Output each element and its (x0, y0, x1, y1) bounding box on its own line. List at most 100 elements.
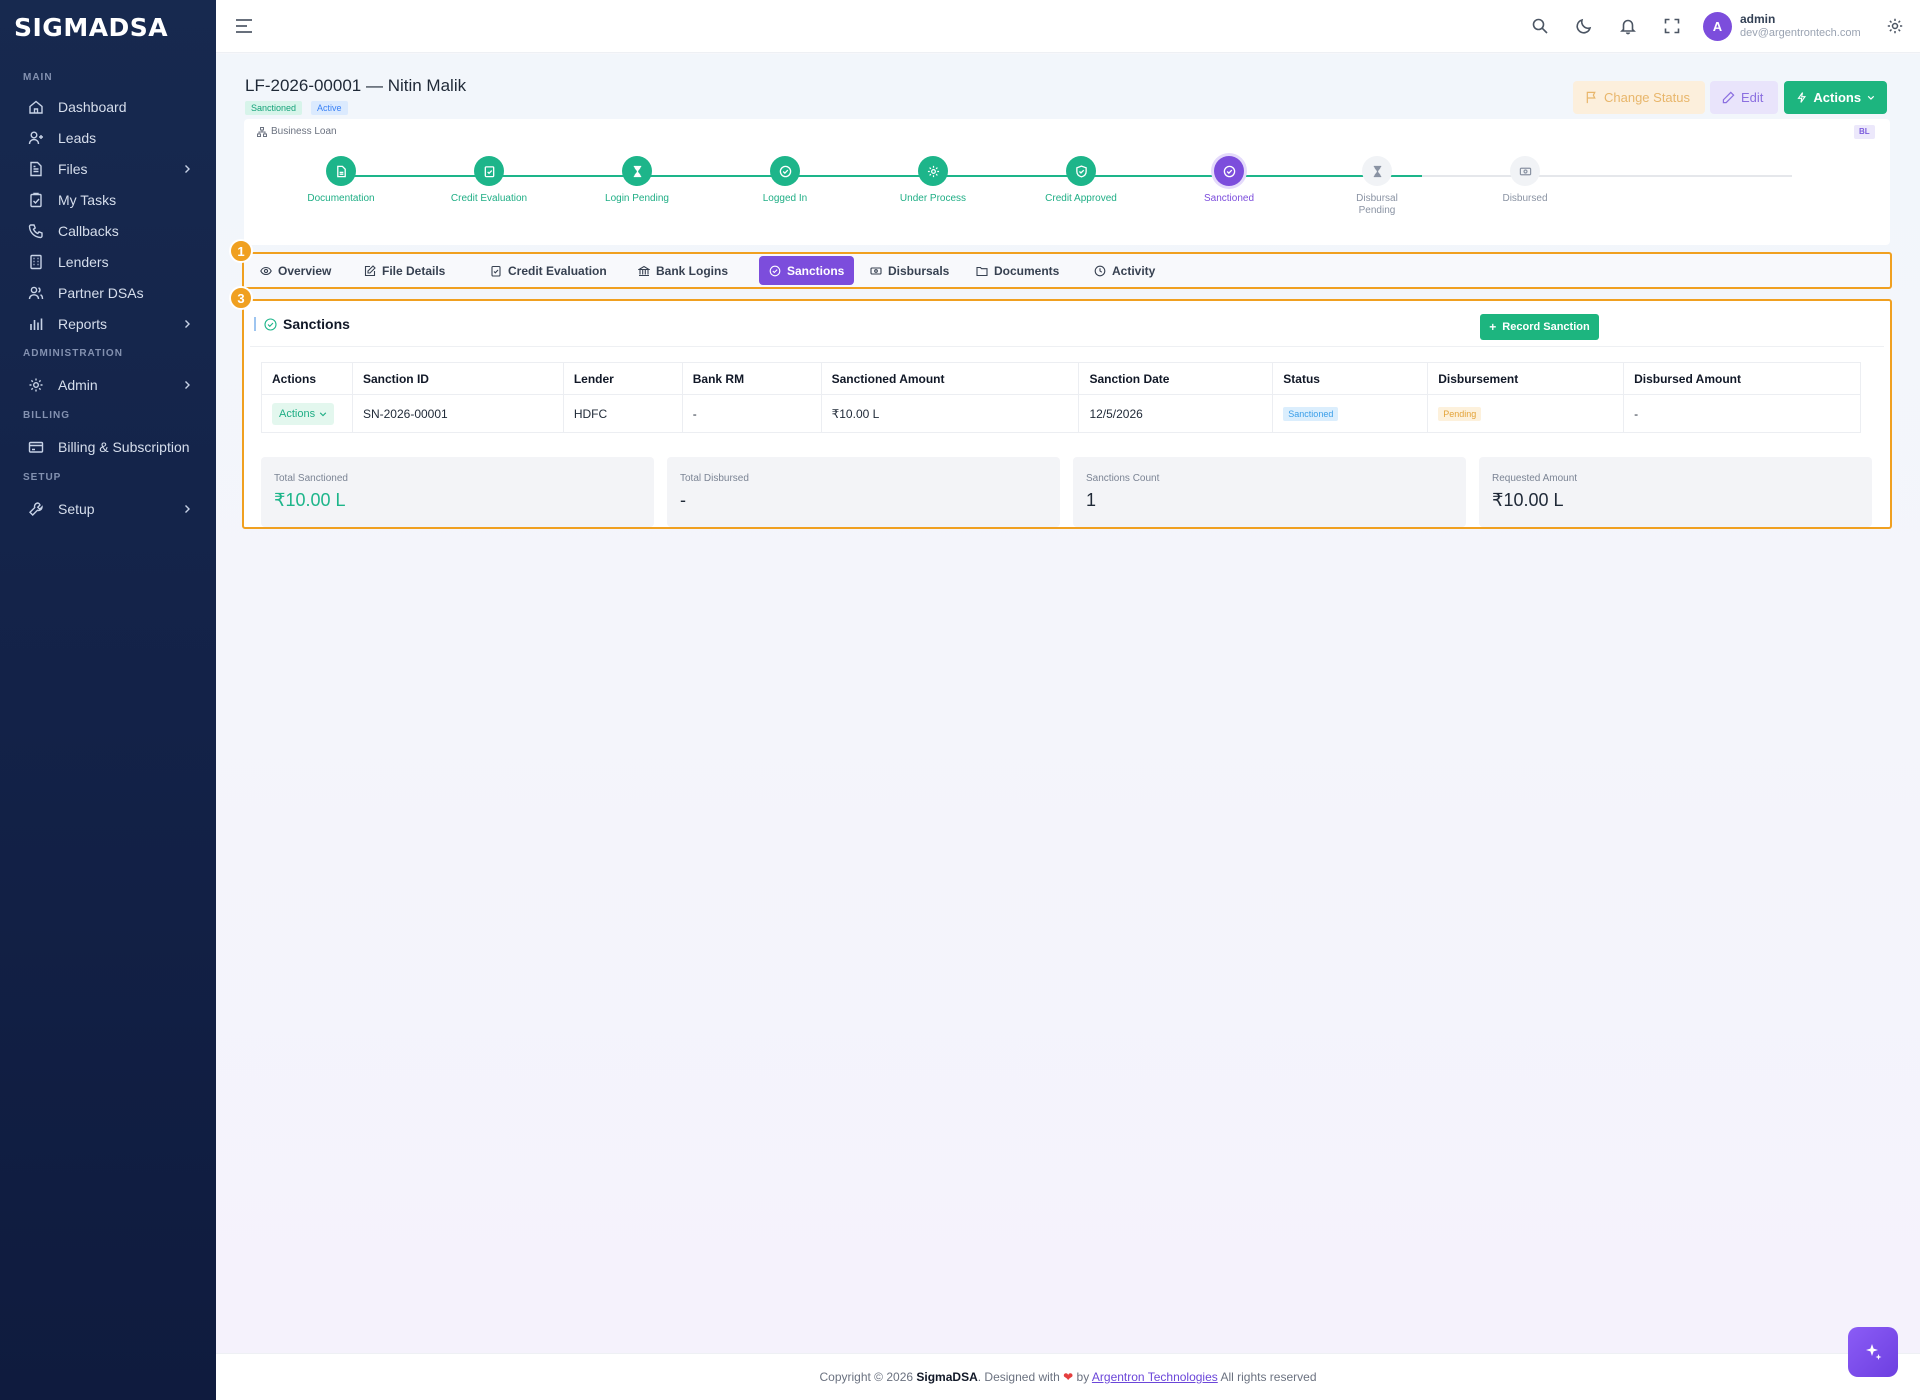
sidebar-item-billing-subscription[interactable]: Billing & Subscription (0, 431, 216, 462)
sidebar-item-reports[interactable]: Reports (0, 308, 216, 339)
pipeline-step-label: Sanctioned (1203, 193, 1255, 204)
sidebar-item-leads[interactable]: Leads (0, 122, 216, 153)
stat-sanctions-count: Sanctions Count 1 (1073, 457, 1466, 527)
tab-credit-evaluation[interactable]: Credit Evaluation (480, 256, 617, 285)
pipeline-step-label: Login Pending (605, 193, 669, 204)
sidebar-item-label: Admin (58, 376, 98, 393)
pipeline-step-disbursal-pending: Disbursal Pending (1317, 156, 1437, 217)
sidebar-item-setup[interactable]: Setup (0, 493, 216, 524)
row-actions-dropdown[interactable]: Actions (272, 402, 335, 425)
actions-button[interactable]: Actions (1784, 81, 1887, 114)
bell-icon[interactable] (1619, 17, 1637, 35)
sidebar-item-callbacks[interactable]: Callbacks (0, 215, 216, 246)
edit-button[interactable]: Edit (1710, 81, 1778, 114)
footer-company-link[interactable]: Argentron Technologies (1092, 1370, 1218, 1384)
stat-value: ₹10.00 L (274, 490, 346, 510)
tab-label: File Details (382, 263, 446, 278)
moon-icon[interactable] (1575, 17, 1593, 35)
stat-value: - (680, 490, 686, 510)
column-header: Bank RM (681, 362, 822, 395)
stat-requested-amount: Requested Amount ₹10.00 L (1479, 457, 1872, 527)
record-sanction-label: Record Sanction (1502, 321, 1590, 333)
pipeline-step-disbursed: Disbursed (1465, 156, 1585, 205)
sidebar-item-lenders[interactable]: Lenders (0, 246, 216, 277)
user-name[interactable]: admin (1740, 12, 1775, 26)
check-circle-icon (770, 156, 800, 186)
sparkle-icon (1866, 1344, 1882, 1360)
nav-section-main: MAIN (23, 72, 53, 83)
plus-icon: + (1489, 320, 1497, 334)
footer-copyright: Copyright © 2026 (819, 1370, 914, 1384)
stat-label: Requested Amount (1492, 473, 1578, 484)
annotation-marker-1: 1 (229, 239, 253, 263)
sidebar-item-label: Lenders (58, 253, 109, 270)
sidebar-item-label: My Tasks (58, 191, 117, 208)
actions-cell: Actions (261, 394, 353, 433)
tab-overview[interactable]: Overview (250, 256, 341, 285)
main-content: LF-2026-00001 — Nitin Malik Sanctioned A… (216, 54, 1920, 1353)
pipeline-step-under-process: Under Process (873, 156, 993, 205)
row-actions-label: Actions (279, 407, 316, 420)
tab-label: Credit Evaluation (508, 263, 607, 278)
header-accent-bar (254, 317, 256, 331)
sanctions-title: Sanctions (283, 316, 350, 332)
heart-icon: ❤ (1063, 1370, 1074, 1384)
stat-label: Total Sanctioned (274, 473, 348, 484)
chevron-right-icon (185, 380, 190, 389)
column-header: Disbursed Amount (1623, 362, 1861, 395)
chevron-down-icon (319, 411, 327, 416)
folder-icon (976, 266, 988, 276)
stat-label: Total Disbursed (680, 473, 749, 484)
check-circle-icon (264, 317, 277, 331)
sidebar-item-partner-dsas[interactable]: Partner DSAs (0, 277, 216, 308)
eye-icon (260, 266, 272, 275)
sidebar-item-admin[interactable]: Admin (0, 369, 216, 400)
home-icon (29, 100, 43, 114)
record-sanction-button[interactable]: + Record Sanction (1480, 314, 1599, 340)
column-header: Actions (261, 362, 353, 395)
tab-sanctions[interactable]: Sanctions (759, 256, 855, 285)
tab-documents[interactable]: Documents (966, 256, 1069, 285)
sanction-id-cell: SN-2026-00001 (351, 394, 564, 433)
sidebar-item-my-tasks[interactable]: My Tasks (0, 184, 216, 215)
footer-designed: . Designed with (977, 1370, 1060, 1384)
stat-total-sanctioned: Total Sanctioned ₹10.00 L (261, 457, 654, 527)
nav-section-administration: ADMINISTRATION (23, 348, 123, 359)
bank-rm-cell: - (681, 394, 822, 433)
tab-bank-logins[interactable]: Bank Logins (628, 256, 738, 285)
flag-icon (1586, 91, 1596, 104)
tab-label: Bank Logins (656, 263, 729, 278)
clipboard-check-icon (491, 265, 501, 277)
chevron-right-icon (185, 164, 190, 173)
ai-assistant-button[interactable] (1848, 1327, 1898, 1377)
check-circle-icon (1214, 156, 1244, 186)
sidebar-item-dashboard[interactable]: Dashboard (0, 91, 216, 122)
hourglass-icon (1362, 156, 1392, 186)
pencil-icon (1722, 91, 1735, 104)
avatar[interactable]: A (1703, 12, 1732, 41)
status-badge: Sanctioned (1283, 407, 1339, 421)
tab-label: Sanctions (787, 263, 845, 278)
disbursed-amount-cell: - (1623, 394, 1861, 433)
tab-disbursals[interactable]: Disbursals (860, 256, 959, 285)
stat-total-disbursed: Total Disbursed - (667, 457, 1060, 527)
fullscreen-icon[interactable] (1663, 17, 1681, 35)
tab-file-details[interactable]: File Details (354, 256, 455, 285)
sanctions-header: Sanctions (254, 316, 350, 332)
change-status-button[interactable]: Change Status (1573, 81, 1705, 114)
tab-label: Activity (1112, 263, 1156, 278)
sidebar-item-label: Files (58, 160, 88, 177)
gear-icon[interactable] (1886, 17, 1904, 35)
pipeline-step-login-pending: Login Pending (577, 156, 697, 205)
sidebar-item-label: Reports (58, 315, 108, 332)
sidebar-item-files[interactable]: Files (0, 153, 216, 184)
bar-chart-icon (30, 318, 43, 330)
menu-icon[interactable] (234, 17, 254, 35)
search-icon[interactable] (1531, 17, 1549, 35)
stat-value: ₹10.00 L (1492, 490, 1564, 510)
tab-activity[interactable]: Activity (1084, 256, 1165, 285)
app-logo[interactable]: SIGMADSA (0, 0, 216, 54)
footer-rights: All rights reserved (1220, 1370, 1317, 1384)
tab-bar: Overview File Details Credit Evaluation … (242, 252, 1892, 289)
sidebar-item-label: Billing & Subscription (58, 438, 190, 455)
